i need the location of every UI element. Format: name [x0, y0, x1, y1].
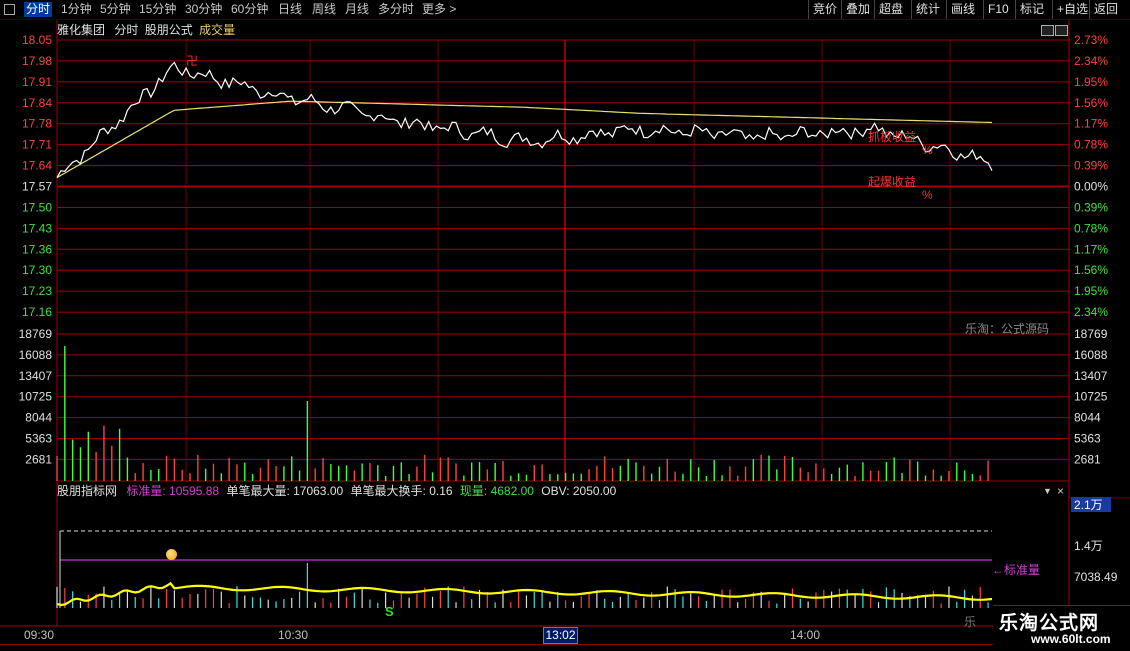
indicator-name: 股朋指标网 — [57, 484, 118, 498]
price-label: 17.98 — [22, 54, 52, 68]
time-label-1030: 10:30 — [278, 628, 309, 642]
stock-name: 雅化集团 — [57, 23, 106, 37]
current-volume-label: 现量: — [459, 484, 491, 498]
price-label: 17.36 — [22, 242, 52, 256]
chart-grid — [0, 20, 1130, 627]
pct-label: 0.78% — [1074, 221, 1108, 235]
volume-label: 13407 — [19, 369, 53, 383]
price-label: 17.30 — [22, 263, 52, 277]
sub-indicator: 成交量 — [199, 23, 236, 37]
cursor-time: 13:02 — [543, 627, 578, 644]
formula-name: 股朋公式 — [144, 23, 193, 37]
expand-icon[interactable] — [1055, 25, 1068, 36]
pct-label: 1.95% — [1074, 75, 1108, 89]
volume-label-right: 18769 — [1074, 327, 1108, 341]
pct-label: 0.00% — [1074, 180, 1108, 194]
max-turnover-value: 0.16 — [429, 484, 453, 498]
burst-gain-pct: % — [922, 188, 933, 202]
price-label: 17.50 — [22, 200, 52, 214]
price-label: 17.71 — [22, 138, 52, 152]
max-single-label: 单笔最大量: — [226, 484, 294, 498]
price-label: 17.23 — [22, 284, 52, 298]
volume-label-right: 8044 — [1074, 411, 1101, 425]
chart-header: 雅化集团 分时 股朋公式 成交量 — [57, 23, 235, 37]
top-marker: 卍 — [186, 54, 199, 68]
obv-value: 2050.00 — [572, 484, 617, 498]
price-label: 17.78 — [22, 117, 52, 131]
price-label: 17.91 — [22, 75, 52, 89]
price-line — [56, 61, 993, 178]
sell-signal: S — [385, 604, 394, 619]
volume-label: 2681 — [25, 452, 52, 466]
volume-label: 10725 — [19, 390, 53, 404]
indicator-label-mid: 1.4万 — [1074, 539, 1103, 553]
settings-icon[interactable] — [1041, 25, 1054, 36]
price-label: 17.16 — [22, 305, 52, 319]
view-name: 分时 — [114, 23, 139, 37]
volume-label: 8044 — [25, 411, 52, 425]
volume-label-right: 5363 — [1074, 432, 1101, 446]
volume-bars — [56, 346, 989, 481]
pct-label: 2.34% — [1074, 305, 1108, 319]
current-volume-value: 4682.00 — [490, 484, 534, 498]
pct-label: 0.39% — [1074, 159, 1108, 173]
dropdown-icon[interactable]: ▼ — [1043, 486, 1052, 496]
volume-label: 18769 — [19, 327, 53, 341]
logo-name: 乐淘公式网 — [999, 613, 1100, 634]
max-single-value: 17063.00 — [293, 484, 344, 498]
volume-label-right: 13407 — [1074, 369, 1108, 383]
price-label: 17.84 — [22, 96, 52, 110]
pct-label: 0.39% — [1074, 200, 1108, 214]
volume-label-right: 2681 — [1074, 452, 1101, 466]
axis-labels: 18.05 17.98 17.91 17.84 17.78 17.71 17.64 17.57… — [19, 33, 1118, 584]
std-volume-tag: ←标准量 — [992, 563, 1041, 577]
pct-label: 2.73% — [1074, 33, 1108, 47]
pct-label: 1.17% — [1074, 242, 1108, 256]
source-watermark: 乐淘：公式源码 — [965, 322, 1050, 336]
price-label: 17.57 — [22, 180, 52, 194]
time-label-1400: 14:00 — [790, 628, 821, 642]
price-label: 18.05 — [22, 33, 52, 47]
price-label: 17.64 — [22, 159, 52, 173]
indicator-label-low: 7038.49 — [1074, 570, 1118, 584]
pct-label: 1.56% — [1074, 96, 1108, 110]
site-logo: 乐淘公式网 www.60lt.com — [993, 605, 1130, 651]
indicator-label-top: 2.1万 — [1074, 498, 1103, 512]
price-label: 17.43 — [22, 221, 52, 235]
std-volume-label: 标准量: — [126, 484, 170, 498]
max-turnover-label: 单笔最大换手: — [350, 484, 430, 498]
pct-label: 1.17% — [1074, 117, 1108, 131]
orange-ball-icon — [166, 549, 177, 560]
std-volume-value: 10595.88 — [169, 484, 220, 498]
volume-label: 5363 — [25, 432, 52, 446]
pct-label: 2.34% — [1074, 54, 1108, 68]
volume-label-right: 10725 — [1074, 390, 1108, 404]
close-icon[interactable]: × — [1057, 484, 1064, 498]
pct-label: 1.56% — [1074, 263, 1108, 277]
burst-gain-label: 起爆收益 — [868, 175, 917, 189]
volume-label-right: 16088 — [1074, 348, 1108, 362]
grab-gain-label: 抓板收益 — [868, 130, 917, 144]
pct-label: 0.78% — [1074, 138, 1108, 152]
obv-label: OBV: — [541, 484, 573, 498]
grab-gain-pct: % — [922, 143, 933, 157]
logo-url: www.60lt.com — [1031, 632, 1111, 646]
pct-label: 1.95% — [1074, 284, 1108, 298]
time-label-open: 09:30 — [24, 628, 55, 642]
volume-label: 16088 — [19, 348, 53, 362]
indicator-header: 股朋指标网 标准量: 10595.88 单笔最大量: 17063.00 单笔最大… — [57, 484, 616, 498]
